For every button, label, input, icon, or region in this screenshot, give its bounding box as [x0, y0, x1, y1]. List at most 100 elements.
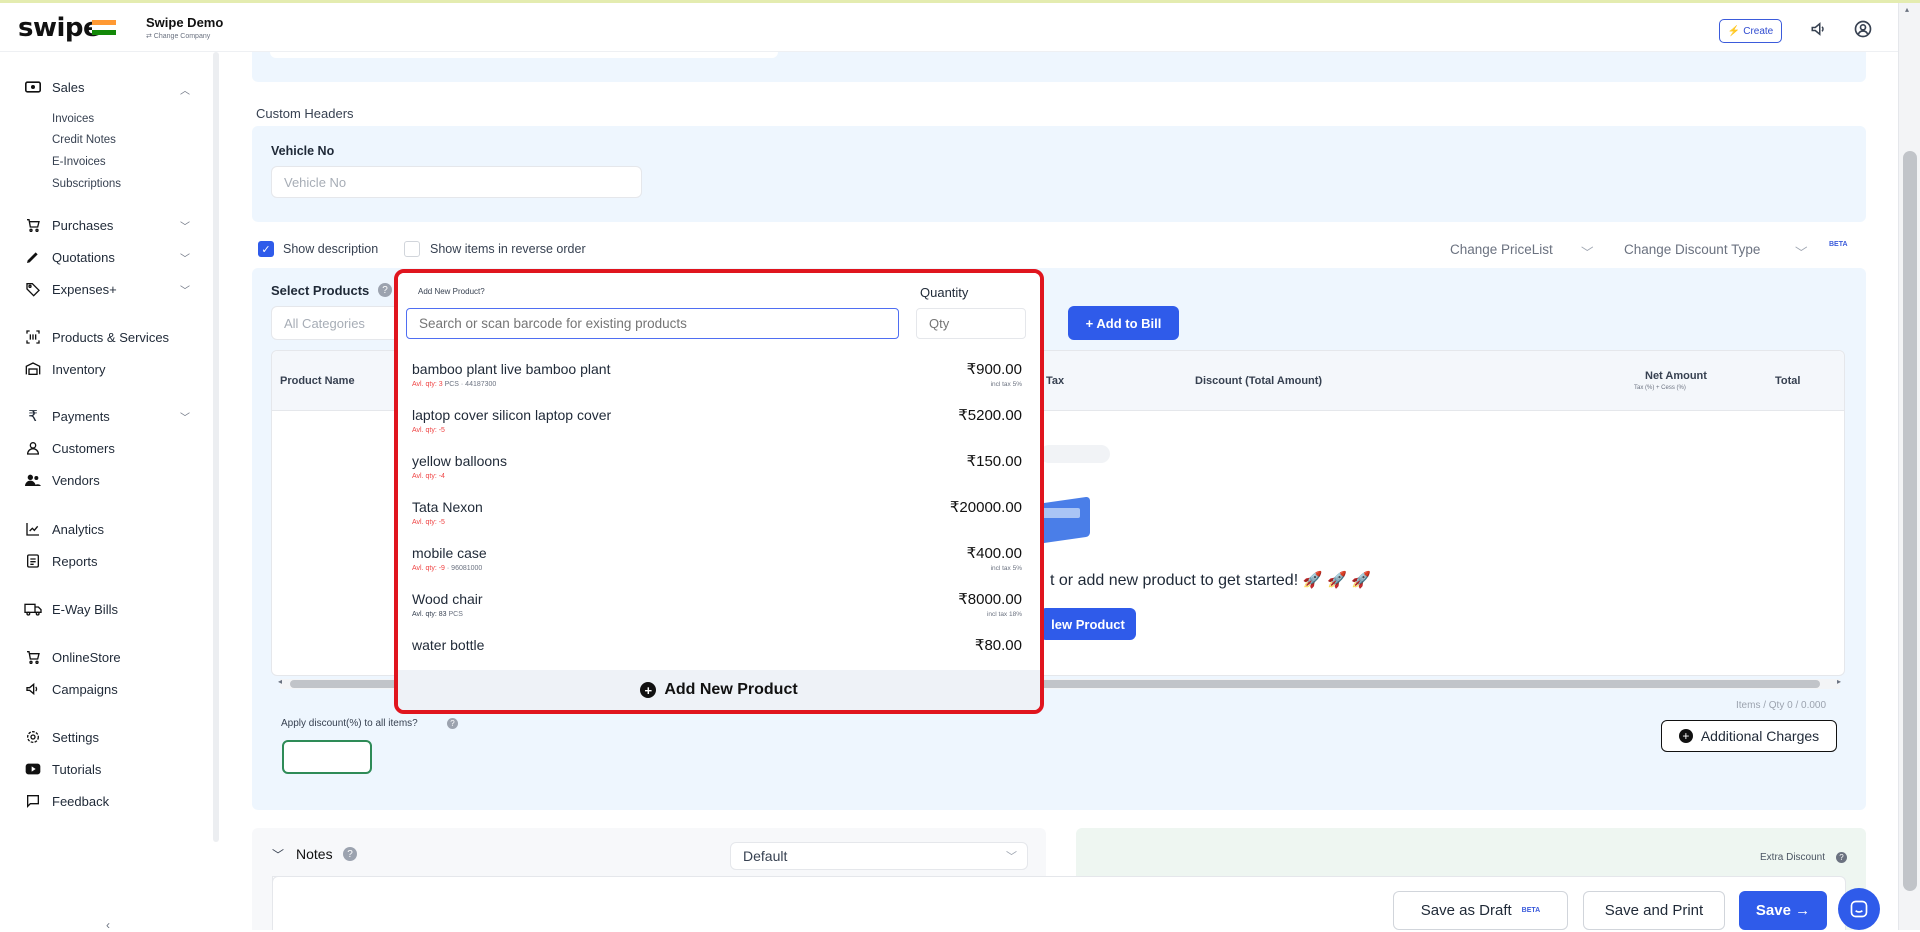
plus-circle-icon: + — [640, 682, 657, 698]
chevron-down-icon[interactable]: ﹀ — [1795, 242, 1808, 261]
save-button[interactable]: Save → — [1739, 891, 1827, 930]
sidebar-scrollbar[interactable] — [213, 52, 219, 842]
sidebar-item-label: Quotations — [52, 249, 115, 265]
sidebar-item-purchases[interactable]: Purchases — [24, 216, 113, 234]
sidebar-item-settings[interactable]: Settings — [24, 728, 99, 746]
list-item[interactable]: yellow balloons Avl. qty: -4 ₹150.00 — [412, 447, 1022, 491]
add-new-product-button[interactable]: + Add New Product — [398, 670, 1040, 710]
list-item[interactable]: mobile case Avl. qty: -9 · 96081000 ₹400… — [412, 539, 1022, 583]
product-stock-qty: Avl. qty: -9 — [412, 565, 445, 572]
sidebar-item-inventory[interactable]: Inventory — [24, 360, 105, 378]
product-name: bamboo plant live bamboo plant — [412, 361, 611, 377]
category-select[interactable]: All Categories — [271, 306, 401, 340]
truck-icon — [24, 600, 42, 618]
chevron-down-icon: ﹀ — [1006, 851, 1017, 863]
product-price: ₹900.00 — [966, 361, 1022, 378]
show-reverse-checkbox[interactable] — [404, 241, 420, 257]
scroll-up-icon[interactable]: ▴ — [1905, 5, 1909, 14]
warehouse-icon — [24, 360, 42, 378]
account-icon[interactable] — [1851, 17, 1875, 41]
help-icon[interactable]: ? — [447, 718, 458, 729]
list-item[interactable]: water bottle ₹80.00 — [412, 631, 1022, 675]
list-item[interactable]: laptop cover silicon laptop cover Avl. q… — [412, 401, 1022, 445]
lightning-icon: ⚡ — [1727, 25, 1741, 37]
additional-charges-button[interactable]: + Additional Charges — [1661, 720, 1837, 752]
sidebar-item-campaigns[interactable]: Campaigns — [24, 680, 118, 698]
change-discount-select[interactable]: Change Discount Type — [1624, 242, 1760, 257]
chevron-down-icon[interactable]: ﹀ — [180, 250, 190, 265]
add-new-product-question[interactable]: Add New Product? — [418, 287, 485, 296]
product-search-input[interactable] — [406, 308, 899, 339]
list-item[interactable]: Wood chair Avl. qty: 83 PCS ₹8000.00 inc… — [412, 585, 1022, 629]
new-product-button[interactable]: lew Product — [1040, 608, 1136, 640]
chevron-down-icon[interactable]: ﹀ — [272, 846, 284, 863]
quantity-input[interactable] — [916, 308, 1026, 339]
empty-state-text: t or add new product to get started! 🚀 🚀… — [1050, 572, 1372, 589]
product-name: laptop cover silicon laptop cover — [412, 407, 612, 423]
product-stock-qty: Avl. qty: -5 — [412, 427, 445, 434]
chart-icon — [24, 520, 42, 538]
scroll-right-icon[interactable]: ▸ — [1837, 677, 1841, 686]
notes-template-select[interactable]: Default ﹀ — [730, 842, 1028, 870]
help-icon[interactable]: ? — [378, 283, 392, 297]
sidebar-item-reports[interactable]: Reports — [24, 552, 98, 570]
col-net-amount: Net Amount — [1645, 370, 1707, 382]
chevron-up-icon[interactable]: ︿ — [180, 82, 190, 97]
sidebar-sub-subscriptions[interactable]: Subscriptions — [52, 178, 121, 190]
sidebar-item-onlinestore[interactable]: OnlineStore — [24, 648, 121, 666]
sidebar-item-analytics[interactable]: Analytics — [24, 520, 104, 538]
chevron-down-icon[interactable]: ﹀ — [180, 409, 190, 424]
sidebar-sub-invoices[interactable]: Invoices — [52, 113, 94, 125]
chat-support-icon[interactable] — [1838, 888, 1880, 930]
sidebar-item-tutorials[interactable]: Tutorials — [24, 760, 101, 778]
sidebar-item-feedback[interactable]: Feedback — [24, 792, 109, 810]
sidebar-item-label: Customers — [52, 440, 115, 456]
comment-icon — [24, 792, 42, 810]
help-icon[interactable]: ? — [343, 847, 357, 861]
gear-icon — [24, 728, 42, 746]
page-scrollbar[interactable]: ▴ — [1898, 3, 1920, 930]
megaphone-icon[interactable] — [1807, 17, 1831, 41]
change-company-link[interactable]: ⇄ Change Company — [146, 32, 210, 40]
sidebar-item-customers[interactable]: Customers — [24, 439, 115, 457]
list-item[interactable]: Tata Nexon Avl. qty: -5 ₹20000.00 — [412, 493, 1022, 537]
show-reverse-label: Show items in reverse order — [430, 242, 586, 256]
list-item[interactable]: bamboo plant live bamboo plant Avl. qty:… — [412, 355, 1022, 399]
add-to-bill-button[interactable]: + Add to Bill — [1068, 306, 1179, 340]
sidebar-item-payments[interactable]: ₹ Payments — [24, 407, 110, 425]
scroll-left-icon[interactable]: ◂ — [278, 677, 282, 686]
product-meta: PCS · 44187300 — [444, 381, 497, 388]
sidebar-sub-credit-notes[interactable]: Credit Notes — [52, 134, 116, 146]
chevron-down-icon[interactable]: ﹀ — [180, 218, 190, 233]
help-icon[interactable]: ? — [1836, 852, 1847, 863]
product-price: ₹400.00 — [966, 545, 1022, 562]
product-price: ₹80.00 — [974, 637, 1022, 654]
product-price: ₹8000.00 — [958, 591, 1022, 608]
vehicle-no-input[interactable]: Vehicle No — [271, 166, 642, 198]
sidebar-item-label: Payments — [52, 408, 110, 424]
sidebar-item-expenses[interactable]: Expenses+ — [24, 280, 117, 298]
discount-all-input[interactable] — [282, 740, 372, 774]
product-meta: · 96081000 — [446, 565, 483, 572]
sidebar-item-label: E-Way Bills — [52, 601, 118, 617]
save-draft-button[interactable]: Save as Draft BETA — [1393, 891, 1568, 930]
page-scroll-thumb[interactable] — [1903, 151, 1917, 891]
sidebar-item-vendors[interactable]: Vendors — [24, 471, 100, 489]
company-name[interactable]: Swipe Demo — [146, 15, 223, 30]
sidebar-item-sales[interactable]: Sales — [24, 78, 85, 96]
category-select-value: All Categories — [284, 315, 365, 331]
sidebar-sub-e-invoices[interactable]: E-Invoices — [52, 156, 106, 168]
chevron-down-icon[interactable]: ﹀ — [180, 282, 190, 297]
change-pricelist-select[interactable]: Change PriceList — [1450, 242, 1553, 257]
chevron-down-icon[interactable]: ﹀ — [1581, 242, 1594, 261]
sidebar-item-eway-bills[interactable]: E-Way Bills — [24, 600, 118, 618]
notes-template-value: Default — [743, 848, 788, 864]
swipe-logo[interactable]: swipe — [18, 13, 101, 43]
sidebar-item-quotations[interactable]: Quotations — [24, 248, 115, 266]
product-search-dropdown: Add New Product? Quantity bamboo plant l… — [394, 269, 1044, 714]
create-button[interactable]: ⚡ Create — [1719, 19, 1782, 43]
save-print-button[interactable]: Save and Print — [1583, 891, 1725, 930]
product-stock-qty: Avl. qty: -4 — [412, 473, 445, 480]
show-description-checkbox[interactable]: ✓ — [258, 241, 274, 257]
sidebar-item-products[interactable]: Products & Services — [24, 328, 169, 346]
